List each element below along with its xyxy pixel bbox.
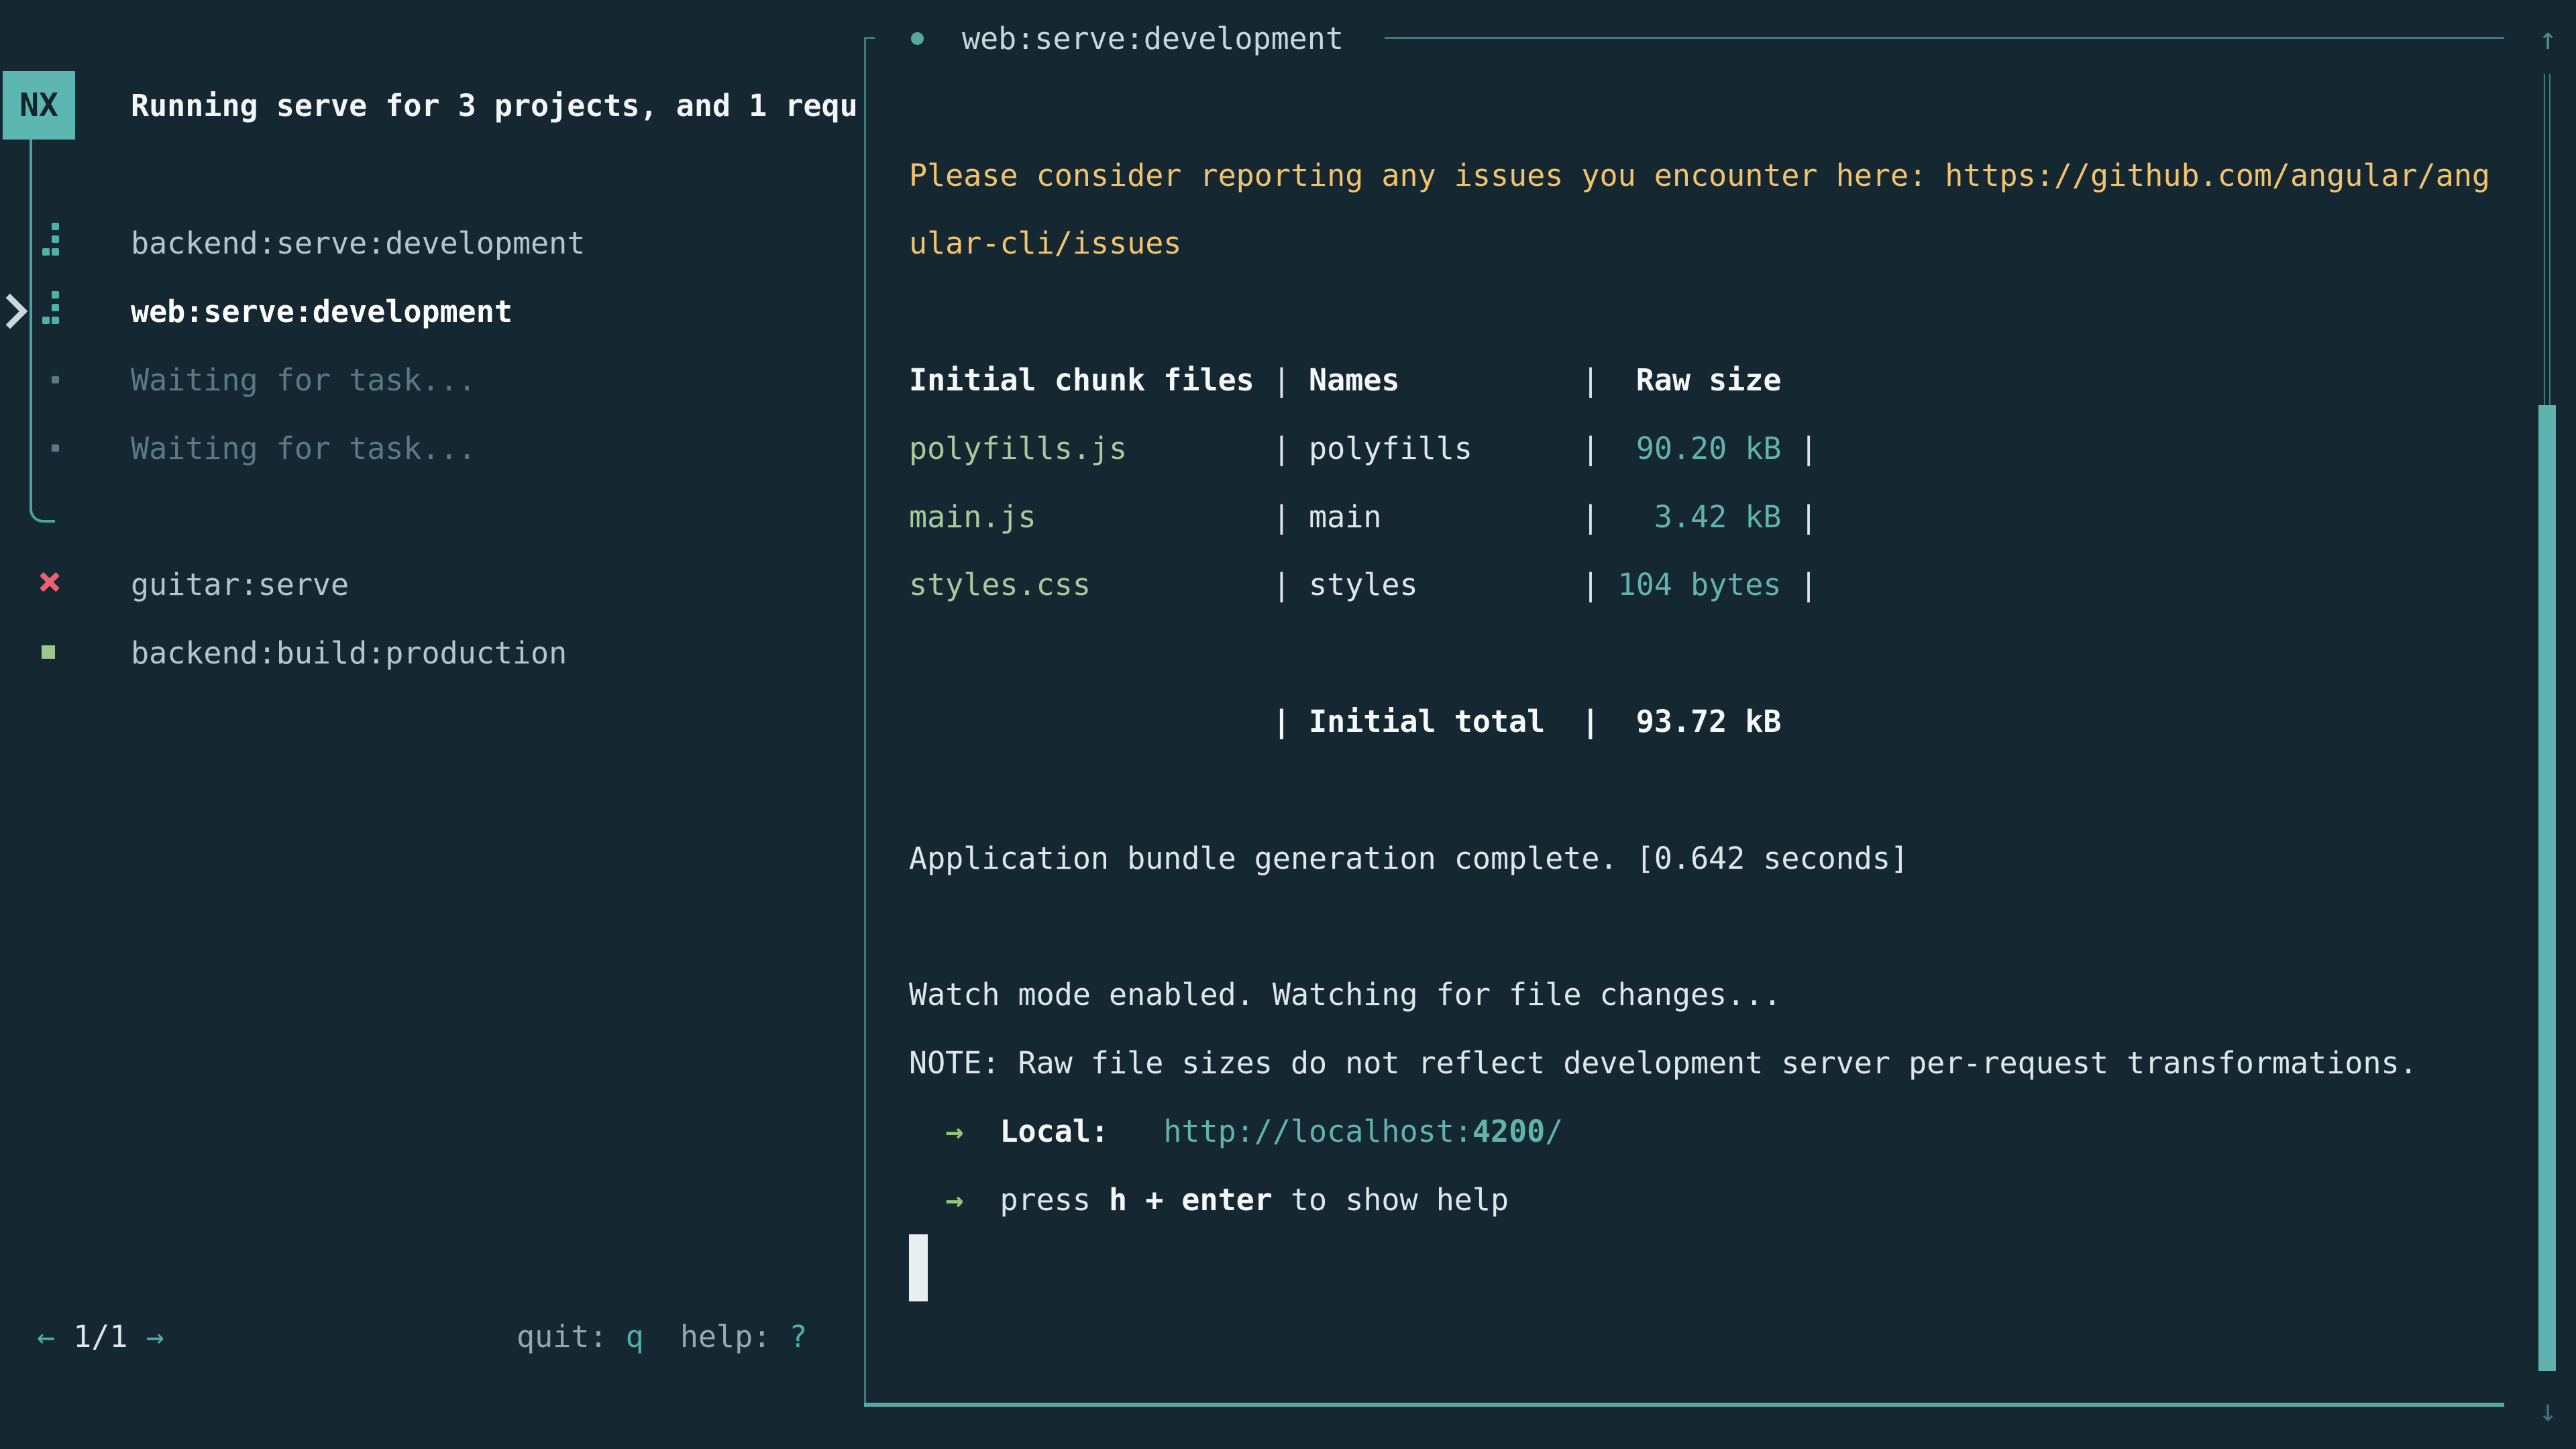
terminal-text-segment: | (1781, 499, 1817, 535)
nx-logo: NX (3, 71, 75, 140)
terminal-line: Watch mode enabled. Watching for file ch… (909, 961, 1781, 1028)
panel-title: web:serve:development (962, 5, 1344, 72)
terminal-text-segment: styles.css (909, 567, 1091, 602)
terminal-text-segment: | (909, 704, 1309, 739)
terminal-text-segment: → (945, 1182, 963, 1218)
quit-key: q (626, 1319, 644, 1354)
task-spinner-icon (42, 311, 60, 345)
panel-border-bottom (864, 1403, 2504, 1407)
terminal-text-segment: | (1781, 567, 1817, 602)
terminal-text-segment: | (1418, 567, 1618, 602)
terminal-text-segment (909, 1114, 945, 1149)
terminal-text-segment: → (945, 1114, 963, 1149)
terminal-text-segment: | (1091, 567, 1309, 602)
scrollbar-thumb[interactable] (2538, 405, 2556, 1371)
task-label: Waiting for task... (131, 346, 476, 413)
terminal-line: → Local: http://localhost:4200/ (909, 1097, 1563, 1165)
terminal-text-segment: | (1545, 704, 1635, 739)
terminal-text-segment: 90.20 kB (1636, 431, 1782, 466)
nx-tui-screen: NX Running serve for 3 projects, and 1 r… (0, 0, 2576, 1449)
localhost-url-link[interactable]: 4200 (1472, 1114, 1545, 1149)
terminal-text-segment: | (1036, 499, 1309, 535)
terminal-text-segment: | (1254, 362, 1309, 398)
task-success-square-icon (42, 653, 56, 666)
task-item[interactable]: guitar:serve (0, 551, 859, 618)
keybinding-hints: quit: q help: ? (517, 1303, 808, 1370)
terminal-text-segment (909, 1182, 945, 1218)
task-label: backend:serve:development (131, 209, 585, 276)
task-label: web:serve:development (131, 278, 513, 345)
terminal-text-segment: press (1000, 1182, 1109, 1218)
pager-next-icon[interactable]: → (146, 1319, 164, 1354)
pager-page-indicator: 1/1 (55, 1319, 146, 1354)
terminal-text-segment: Initial total (1309, 704, 1545, 739)
terminal-text-segment: Please consider reporting any issues you… (909, 158, 2490, 193)
panel-border-top (1385, 37, 2504, 39)
localhost-url-link[interactable]: http://localhost: (1163, 1114, 1472, 1149)
terminal-text-segment: Names (1309, 362, 1399, 398)
terminal-text-segment: | (1400, 362, 1636, 398)
task-label: guitar:serve (131, 551, 349, 618)
terminal-text-segment: 104 bytes (1618, 567, 1782, 602)
terminal-text-segment: 3.42 kB (1654, 499, 1782, 535)
terminal-text-segment: | (1127, 431, 1309, 466)
terminal-text-segment: NOTE: Raw file sizes do not reflect deve… (909, 1045, 2418, 1081)
task-item[interactable]: web:serve:development (0, 278, 859, 345)
scroll-down-icon[interactable]: ↓ (2529, 1377, 2567, 1444)
task-label: backend:build:production (131, 619, 567, 686)
terminal-line: → press h + enter to show help (909, 1166, 1509, 1233)
terminal-line: Application bundle generation complete. … (909, 824, 1909, 892)
terminal-text-segment: polyfills (1309, 431, 1472, 466)
task-item[interactable]: backend:build:production (0, 619, 859, 686)
quit-label: quit: (517, 1319, 626, 1354)
terminal-line: Initial chunk files | Names | Raw size (909, 346, 1781, 413)
terminal-text-segment: main.js (909, 499, 1036, 535)
pager-prev-icon[interactable]: ← (37, 1319, 55, 1354)
terminal-cursor (909, 1234, 928, 1301)
task-failed-x-icon (42, 584, 65, 607)
terminal-text-segment (963, 1182, 1000, 1218)
terminal-line: Please consider reporting any issues you… (909, 142, 2490, 209)
terminal-text-segment: h + enter (1109, 1182, 1273, 1218)
panel-border-left (864, 37, 866, 1405)
terminal-text-segment: to show help (1273, 1182, 1509, 1218)
running-status-dot-icon (911, 32, 924, 45)
task-item[interactable]: backend:serve:development (0, 209, 859, 276)
terminal-text-segment: ular-cli/issues (909, 225, 1181, 261)
terminal-text-segment: Raw size (1636, 362, 1782, 398)
terminal-text-segment: Watch mode enabled. Watching for file ch… (909, 977, 1781, 1012)
terminal-line: main.js | main | 3.42 kB | (909, 483, 1818, 550)
app-title: Running serve for 3 projects, and 1 requ (131, 72, 859, 139)
terminal-line: ular-cli/issues (909, 209, 1181, 276)
task-pending-dot-icon (42, 380, 50, 387)
terminal-text-segment: | (1381, 499, 1654, 535)
terminal-text-segment: main (1309, 499, 1381, 535)
scroll-up-icon[interactable]: ↑ (2529, 5, 2567, 72)
terminal-text-segment: Local: (1000, 1114, 1109, 1149)
terminal-text-segment: | (1781, 431, 1817, 466)
terminal-text-segment: Application bundle generation complete. … (909, 841, 1909, 876)
terminal-line: styles.css | styles | 104 bytes | (909, 551, 1818, 618)
terminal-text-segment (963, 1114, 1000, 1149)
pager: ← 1/1 → (37, 1303, 164, 1370)
terminal-text-segment: | (1472, 431, 1636, 466)
help-label: help: (680, 1319, 790, 1354)
terminal-text-segment: Initial chunk files (909, 362, 1254, 398)
task-item[interactable]: Waiting for task... (0, 346, 859, 413)
help-key: ? (789, 1319, 807, 1354)
terminal-line: NOTE: Raw file sizes do not reflect deve… (909, 1029, 2418, 1096)
task-spinner-icon (42, 243, 60, 276)
terminal-text-segment (1109, 1114, 1163, 1149)
terminal-line: polyfills.js | polyfills | 90.20 kB | (909, 415, 1818, 482)
task-label: Waiting for task... (131, 415, 476, 482)
terminal-text-segment: polyfills.js (909, 431, 1127, 466)
selected-chevron-icon (4, 292, 30, 331)
task-item[interactable]: Waiting for task... (0, 415, 859, 482)
terminal-text-segment: 93.72 kB (1636, 704, 1782, 739)
terminal-line: | Initial total | 93.72 kB (909, 688, 1781, 755)
task-pending-dot-icon (42, 448, 50, 455)
terminal-text-segment: styles (1309, 567, 1418, 602)
localhost-url-link[interactable]: / (1545, 1114, 1563, 1149)
